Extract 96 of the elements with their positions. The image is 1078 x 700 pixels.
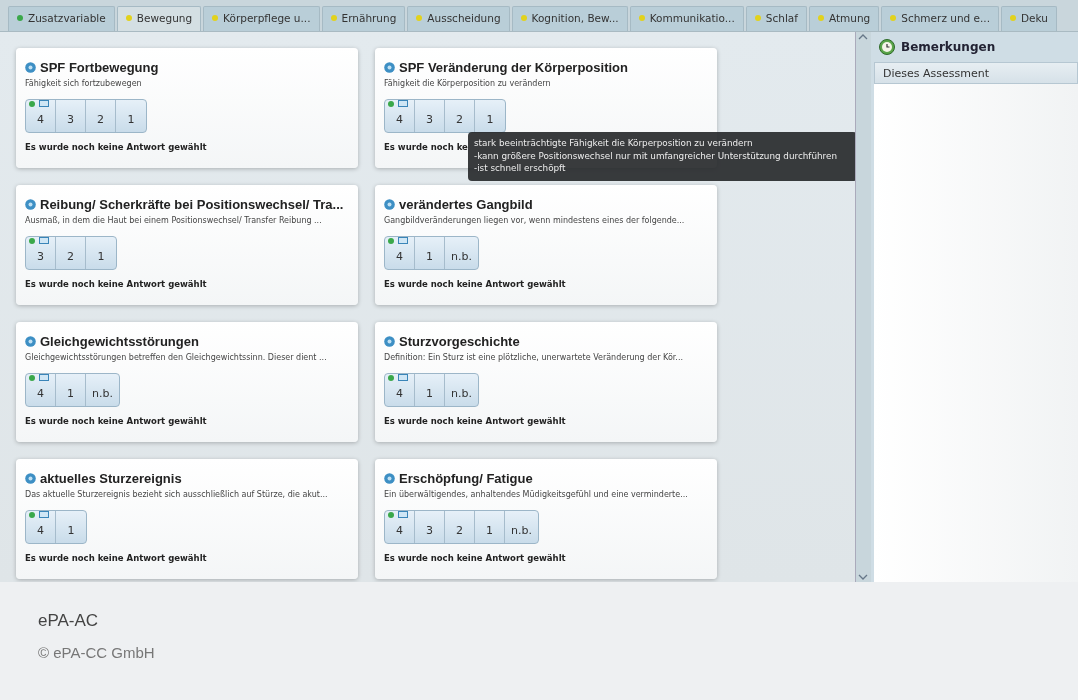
tab[interactable]: Ausscheidung — [407, 6, 510, 31]
clock-icon — [878, 38, 896, 56]
scroll-down-icon[interactable] — [856, 572, 870, 582]
question-description: Fähigkeit sich fortzubewegen — [25, 77, 143, 90]
edit-icon[interactable] — [39, 510, 49, 518]
section-header: Dieses Assessment — [874, 62, 1078, 84]
status-dot-icon — [29, 237, 35, 244]
option-button[interactable]: n.b. — [445, 373, 478, 406]
question-description: Gleichgewichtsstörungen betreffen den Gleichgewichtssinn. Dieser dient ... — [25, 351, 328, 364]
answer-status: Es wurde noch keine Antwort gewählt — [25, 140, 207, 154]
edit-icon[interactable] — [398, 510, 408, 518]
tab[interactable]: Zusatzvariable — [8, 6, 115, 31]
question-title: Erschöpfung/ Fatigue — [399, 470, 533, 488]
option-button[interactable]: 1 — [56, 373, 86, 406]
option-button[interactable]: 2 — [445, 510, 475, 543]
question-title: aktuelles Sturzereignis — [40, 470, 182, 488]
option-button[interactable]: 4 — [385, 373, 415, 406]
scroll-up-icon[interactable] — [856, 32, 870, 42]
help-icon[interactable] — [25, 62, 36, 74]
option-button[interactable]: 2 — [86, 99, 116, 132]
option-button[interactable]: 2 — [56, 236, 86, 269]
status-dot-icon — [388, 100, 394, 107]
caption-credit: © ePA-CC GmbH — [38, 642, 156, 663]
question-description: Gangbildveränderungen liegen vor, wenn mindestens eines der folgende... — [384, 214, 686, 227]
answer-status: Es wurde noch keine Antwort gewählt — [25, 551, 207, 565]
status-dot-icon — [388, 374, 394, 381]
help-icon[interactable] — [25, 473, 36, 485]
edit-icon[interactable] — [39, 99, 49, 107]
option-button[interactable]: 1 — [475, 510, 505, 543]
option-button[interactable]: 2 — [445, 99, 475, 132]
answer-status: Es wurde noch keine Antwort gewählt — [384, 414, 566, 428]
option-button[interactable]: 1 — [415, 236, 445, 269]
tab[interactable]: Körperpflege u... — [203, 6, 320, 31]
edit-icon[interactable] — [39, 236, 49, 244]
edit-icon[interactable] — [398, 99, 408, 107]
answer-status: Es wurde noch keine Antwort gewählt — [384, 277, 566, 291]
question-title: Reibung/ Scherkräfte bei Positionswechsel/ Tra... — [40, 196, 344, 214]
help-icon[interactable] — [25, 199, 36, 211]
option-button[interactable]: 4 — [385, 510, 415, 543]
option-button[interactable]: 1 — [415, 373, 445, 406]
status-dot-icon — [388, 237, 394, 244]
question-title: SPF Fortbewegung — [40, 59, 159, 77]
option-button[interactable]: n.b. — [86, 373, 119, 406]
option-button[interactable]: n.b. — [505, 510, 538, 543]
answer-status: Es wurde noch keine Antwort gewählt — [25, 277, 207, 291]
tab[interactable]: Atmung — [808, 6, 880, 31]
answer-status: Es wurde noch keine Antwort gewählt — [384, 551, 566, 565]
question-description: Ausmaß, in dem die Haut bei einem Positionswechsel/ Transfer Reibung ... — [25, 214, 323, 227]
status-dot-icon — [29, 511, 35, 518]
tab[interactable]: Kognition, Bew... — [511, 6, 628, 31]
question-title: Gleichgewichtsstörungen — [40, 333, 199, 351]
option-button[interactable]: 4 — [385, 236, 415, 269]
question-description: Das aktuelle Sturzereignis bezieht sich ausschließlich auf Stürze, die akut... — [25, 488, 329, 501]
help-icon[interactable] — [384, 199, 395, 211]
option-button[interactable]: n.b. — [445, 236, 478, 269]
help-icon[interactable] — [25, 336, 36, 348]
tab[interactable]: Schmerz und e... — [881, 6, 999, 31]
question-description: Fähigkeit die Körperposition zu verändern — [384, 77, 552, 90]
question-title: verändertes Gangbild — [399, 196, 533, 214]
option-button[interactable]: 3 — [56, 99, 86, 132]
option-button[interactable]: 3 — [415, 510, 445, 543]
status-dot-icon — [388, 511, 394, 518]
option-button[interactable]: 4 — [26, 510, 56, 543]
option-button[interactable]: 1 — [86, 236, 116, 269]
question-title: SPF Veränderung der Körperposition — [399, 59, 628, 77]
help-icon[interactable] — [384, 336, 395, 348]
question-description: Definition: Ein Sturz ist eine plötzliche, unerwartete Veränderung der Kör... — [384, 351, 684, 364]
option-button[interactable]: 3 — [415, 99, 445, 132]
question-title: Sturzvorgeschichte — [399, 333, 520, 351]
tab[interactable]: Schlaf — [745, 6, 807, 31]
scrollbar[interactable] — [855, 32, 871, 582]
option-button[interactable]: 4 — [26, 99, 56, 132]
status-dot-icon — [29, 374, 35, 381]
answer-status: Es wurde noch ke — [384, 140, 468, 154]
edit-icon[interactable] — [39, 373, 49, 381]
tab[interactable]: Ernährung — [321, 6, 406, 31]
option-button[interactable]: 1 — [56, 510, 86, 543]
edit-icon[interactable] — [398, 236, 408, 244]
remarks-field[interactable] — [874, 84, 1078, 582]
edit-icon[interactable] — [398, 373, 408, 381]
question-description: Ein überwältigendes, anhaltendes Müdigkeitsgefühl und eine verminderte... — [384, 488, 689, 501]
option-button[interactable]: 4 — [26, 373, 56, 406]
option-button[interactable]: 3 — [26, 236, 56, 269]
caption-title: ePA-AC — [38, 610, 100, 632]
option-button[interactable]: 1 — [116, 99, 146, 132]
answer-status: Es wurde noch keine Antwort gewählt — [25, 414, 207, 428]
tab[interactable]: Kommunikatio... — [629, 6, 744, 31]
tab[interactable]: Deku — [1001, 6, 1057, 31]
panel-title: Bemerkungen — [901, 39, 996, 56]
tooltip: stark beeinträchtigte Fähigkeit die Körperposition zu verändern -kann größere Positionswechsel nur mit umfangreicher Unterstützung durchführen -ist schnell erschöpft — [468, 132, 855, 181]
help-icon[interactable] — [384, 62, 395, 74]
option-button[interactable]: 1 — [475, 99, 505, 132]
help-icon[interactable] — [384, 473, 395, 485]
tab[interactable]: Bewegung — [116, 6, 202, 31]
option-button[interactable]: 4 — [385, 99, 415, 132]
status-dot-icon — [29, 100, 35, 107]
